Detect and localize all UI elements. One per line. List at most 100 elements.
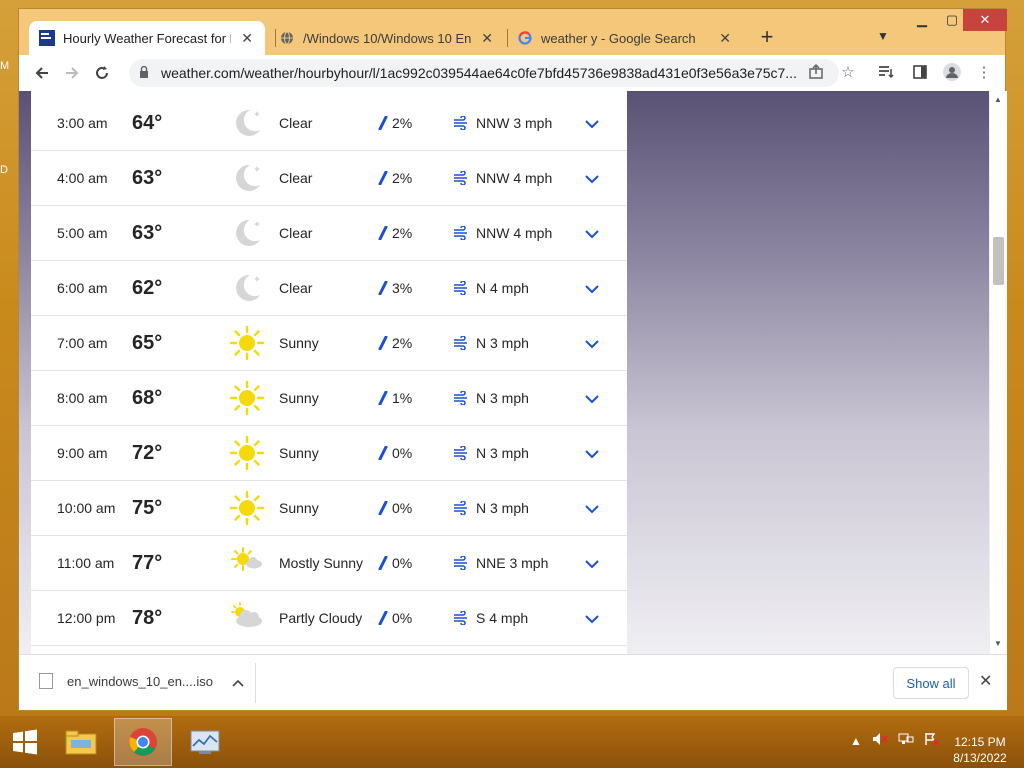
forecast-row[interactable]: 11:00 am 77° Mostly Sunny 0% NNE 3 mph — [31, 536, 627, 591]
hour-temperature: 65° — [132, 331, 163, 354]
forecast-row[interactable]: 7:00 am 65° Sunny 2% N 3 mph — [31, 316, 627, 371]
hour-wind: NNW 4 mph — [476, 225, 553, 241]
address-bar[interactable]: weather.com/weather/hourbyhour/l/1ac992c… — [129, 59, 839, 87]
reading-list-icon[interactable] — [875, 61, 897, 83]
taskbar-clock[interactable]: 12:15 PM 8/13/2022 — [940, 734, 1020, 766]
reload-icon[interactable] — [87, 58, 117, 88]
precip-drop-icon — [377, 335, 389, 351]
wind-icon — [453, 445, 469, 461]
partly-cloudy-icon — [229, 600, 265, 636]
hour-time: 5:00 am — [57, 225, 108, 241]
show-all-button[interactable]: Show all — [893, 667, 969, 699]
expand-chevron-down-icon[interactable] — [584, 227, 600, 239]
close-download-bar-icon[interactable]: ✕ — [979, 671, 992, 691]
hour-time: 8:00 am — [57, 390, 108, 406]
back-arrow-icon[interactable] — [27, 58, 57, 88]
show-hidden-icons-chevron-icon[interactable]: ▲ — [850, 734, 862, 748]
bookmark-star-icon[interactable]: ☆ — [837, 61, 859, 83]
desktop-edge-label-mid: D — [0, 164, 8, 176]
hour-temperature: 75° — [132, 496, 163, 519]
forecast-row[interactable]: 3:00 am 64° Clear 2% NNW 3 mph — [31, 96, 627, 151]
tab-google-search[interactable]: weather y - Google Search ✕ — [507, 21, 743, 55]
hour-wind: NNW 4 mph — [476, 170, 553, 186]
chevron-up-icon[interactable] — [231, 676, 245, 687]
hour-condition: Clear — [279, 170, 313, 186]
hour-wind: N 4 mph — [476, 280, 529, 296]
forecast-row[interactable]: 9:00 am 72° Sunny 0% N 3 mph — [31, 426, 627, 481]
expand-chevron-down-icon[interactable] — [584, 557, 600, 569]
forecast-row[interactable]: 8:00 am 68° Sunny 1% N 3 mph — [31, 371, 627, 426]
expand-chevron-down-icon[interactable] — [584, 117, 600, 129]
wind-icon — [453, 335, 469, 351]
download-item[interactable]: en_windows_10_en....iso — [39, 673, 245, 689]
minimize-button[interactable]: ▁ — [907, 9, 937, 31]
close-window-button[interactable]: ✕ — [963, 9, 1007, 31]
weather-channel-logo-icon — [39, 30, 55, 46]
volume-muted-icon[interactable] — [872, 732, 888, 749]
lock-icon — [139, 65, 153, 81]
page-viewport: 3:00 am 64° Clear 2% NNW 3 mph 4:00 am 63° Clea… — [19, 91, 1007, 654]
hour-temperature: 78° — [132, 606, 163, 629]
moon-icon — [229, 105, 265, 141]
hour-precip: 2% — [392, 170, 413, 186]
hour-condition: Clear — [279, 280, 313, 296]
globe-icon — [279, 30, 295, 46]
forecast-row[interactable]: 6:00 am 62° Clear 3% N 4 mph — [31, 261, 627, 316]
wind-icon — [453, 280, 469, 296]
new-tab-plus-icon[interactable]: + — [755, 26, 779, 48]
download-bar: en_windows_10_en....iso Show all ✕ — [19, 654, 1007, 710]
browser-toolbar: weather.com/weather/hourbyhour/l/1ac992c… — [19, 55, 1005, 91]
file-icon — [39, 673, 53, 689]
forecast-row[interactable]: 5:00 am 63° Clear 2% NNW 4 mph — [31, 206, 627, 261]
expand-chevron-down-icon[interactable] — [584, 612, 600, 624]
profile-avatar-icon[interactable] — [941, 61, 963, 83]
hour-wind: NNW 3 mph — [476, 115, 553, 131]
menu-dots-icon[interactable]: ⋮ — [973, 61, 995, 83]
scroll-thumb[interactable] — [993, 237, 1004, 285]
hour-precip: 1% — [392, 390, 413, 406]
share-icon[interactable] — [805, 61, 827, 83]
forecast-row[interactable]: 4:00 am 63° Clear 2% NNW 4 mph — [31, 151, 627, 206]
expand-chevron-down-icon[interactable] — [584, 502, 600, 514]
start-windows-icon[interactable] — [0, 718, 50, 766]
chrome-taskbar-icon[interactable] — [114, 718, 172, 766]
close-tab-icon[interactable]: ✕ — [717, 30, 733, 46]
hour-temperature: 68° — [132, 386, 163, 409]
hour-time: 7:00 am — [57, 335, 108, 351]
tab-strip: Hourly Weather Forecast for Rye ✕ /Windo… — [19, 9, 1007, 55]
download-separator — [255, 663, 256, 703]
close-tab-icon[interactable]: ✕ — [239, 30, 255, 46]
system-tray: ▲ — [850, 732, 940, 749]
forward-arrow-icon[interactable] — [57, 58, 87, 88]
tab-weather[interactable]: Hourly Weather Forecast for Rye ✕ — [29, 21, 265, 55]
file-explorer-icon[interactable] — [52, 718, 110, 766]
close-tab-icon[interactable]: ✕ — [479, 30, 495, 46]
tab-windows[interactable]: /Windows 10/Windows 10 Enterp ✕ — [269, 21, 505, 55]
expand-chevron-down-icon[interactable] — [584, 392, 600, 404]
hourly-forecast-list: 3:00 am 64° Clear 2% NNW 3 mph 4:00 am 63° Clea… — [31, 91, 627, 654]
side-panel-icon[interactable] — [909, 61, 931, 83]
precip-drop-icon — [377, 280, 389, 296]
page-scrollbar[interactable]: ▲ ▼ — [989, 91, 1007, 654]
hour-condition: Sunny — [279, 335, 319, 351]
forecast-row[interactable]: 10:00 am 75° Sunny 0% N 3 mph — [31, 481, 627, 536]
wind-icon — [453, 610, 469, 626]
scroll-up-icon[interactable]: ▲ — [994, 95, 1002, 104]
sun-icon — [229, 325, 265, 361]
expand-chevron-down-icon[interactable] — [584, 447, 600, 459]
forecast-row[interactable]: 12:00 pm 78° Partly Cloudy 0% S 4 mph — [31, 591, 627, 646]
expand-chevron-down-icon[interactable] — [584, 282, 600, 294]
hour-time: 4:00 am — [57, 170, 108, 186]
expand-chevron-down-icon[interactable] — [584, 172, 600, 184]
wind-icon — [453, 555, 469, 571]
sun-icon — [229, 490, 265, 526]
hour-time: 6:00 am — [57, 280, 108, 296]
expand-chevron-down-icon[interactable] — [584, 337, 600, 349]
resource-monitor-icon[interactable] — [176, 718, 234, 766]
network-icon[interactable] — [898, 732, 914, 749]
google-g-icon — [517, 30, 533, 46]
precip-drop-icon — [377, 170, 389, 186]
action-center-flag-icon[interactable] — [924, 732, 940, 749]
tab-search-chevron-icon[interactable]: ▼ — [877, 29, 889, 43]
scroll-down-icon[interactable]: ▼ — [994, 639, 1002, 648]
